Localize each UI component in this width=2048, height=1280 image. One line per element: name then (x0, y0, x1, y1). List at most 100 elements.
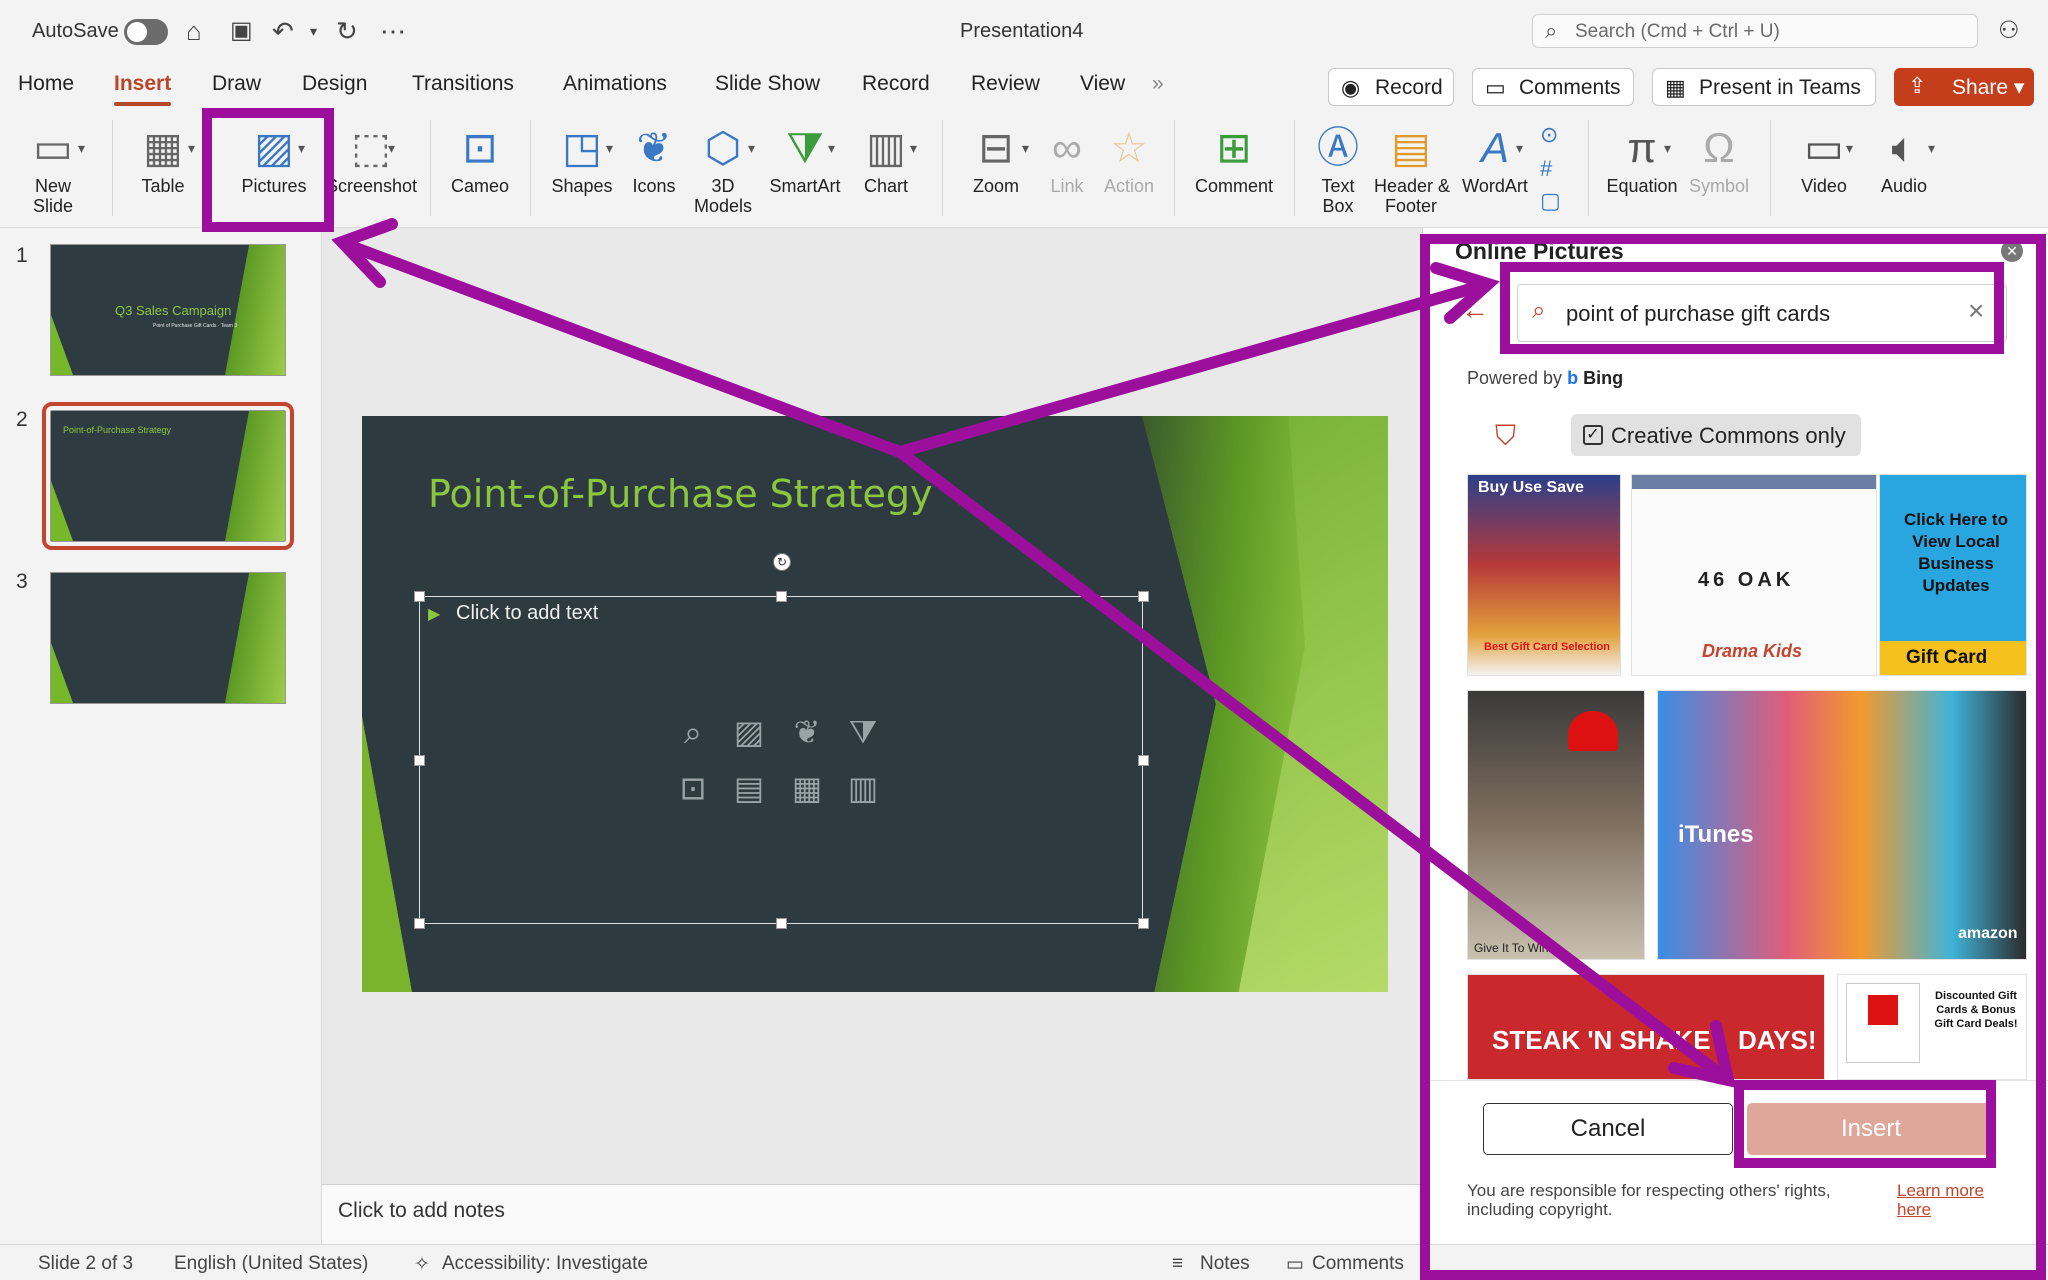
equation-button[interactable]: π Equation (1598, 112, 1686, 196)
link-button[interactable]: ∞ Link (1040, 112, 1094, 196)
tab-view[interactable]: View (1080, 72, 1125, 96)
cameo-placeholder-icon[interactable]: ⊡ (672, 768, 714, 808)
undo-icon[interactable]: ↶ (272, 14, 294, 48)
icons-button[interactable]: ❦ Icons (622, 112, 686, 196)
video-dropdown-icon[interactable]: ▾ (1846, 140, 1853, 157)
cameo-icon: ⊡ (462, 124, 498, 171)
equation-dropdown-icon[interactable]: ▾ (1664, 140, 1671, 157)
resize-handle[interactable] (1138, 918, 1149, 929)
resize-handle[interactable] (414, 755, 425, 766)
audio-dropdown-icon[interactable]: ▾ (1928, 140, 1935, 157)
action-button[interactable]: ☆ Action (1098, 112, 1160, 196)
overflow-chevron-icon[interactable]: » (1152, 72, 1164, 96)
chart-label: Chart (863, 176, 908, 196)
tab-review[interactable]: Review (971, 72, 1040, 96)
slide-number-icon[interactable]: # (1540, 152, 1552, 186)
slide-thumbnail-3[interactable] (50, 572, 286, 704)
resize-handle[interactable] (414, 591, 425, 602)
undo-dropdown-icon[interactable]: ▾ (310, 14, 317, 48)
more-icon[interactable]: ⋯ (380, 14, 406, 48)
cameo-label: Cameo (450, 176, 510, 196)
tab-slide-show[interactable]: Slide Show (715, 72, 820, 96)
comment-bubble-icon: ▭ (1485, 75, 1506, 100)
tab-design[interactable]: Design (302, 72, 367, 96)
record-button[interactable]: ◉ Record (1328, 68, 1454, 106)
tab-transitions[interactable]: Transitions (412, 72, 514, 96)
video-label: Video (1801, 176, 1847, 196)
tab-animations[interactable]: Animations (563, 72, 667, 96)
table-label: Table (141, 176, 185, 196)
slide-thumbnail-1[interactable]: Q3 Sales Campaign Point of Purchase Gift… (50, 244, 286, 376)
online-pictures-icon[interactable]: ▨ (728, 712, 770, 752)
zoom-dropdown-icon[interactable]: ▾ (1022, 140, 1029, 157)
share-icon: ⇪ (1908, 73, 1927, 98)
date-time-icon[interactable]: ⊙ (1540, 118, 1558, 152)
icons-icon[interactable]: ❦ (786, 712, 828, 752)
highlight-pane (1420, 234, 2046, 1280)
smartart-dropdown-icon[interactable]: ▾ (828, 140, 835, 157)
screenshot-button[interactable]: ⬚ Screenshot (326, 112, 417, 196)
notes-icon: ≡ (1172, 1253, 1184, 1274)
equation-label: Equation (1606, 176, 1678, 196)
tab-home[interactable]: Home (18, 72, 74, 96)
video-placeholder-icon[interactable]: ▤ (728, 768, 770, 808)
text-box-button[interactable]: Ⓐ Text Box (1302, 112, 1374, 216)
thumbnail-subtitle: Point of Purchase Gift Cards · Team 3 (153, 323, 238, 329)
search-icon: ⌕ (1545, 18, 1558, 43)
audio-label: Audio (1880, 176, 1928, 196)
3d-models-label: 3D Models (693, 176, 753, 216)
chart-dropdown-icon[interactable]: ▾ (910, 140, 917, 157)
symbol-button[interactable]: Ω Symbol (1682, 112, 1756, 196)
screenshot-dropdown-icon[interactable]: ▾ (388, 140, 395, 157)
object-icon[interactable]: ▢ (1540, 184, 1561, 218)
home-icon[interactable]: ⌂ (186, 14, 202, 48)
comments-toggle[interactable]: Comments (1312, 1253, 1404, 1275)
comments-button[interactable]: ▭ Comments (1472, 68, 1634, 106)
omega-symbol-icon: Ω (1703, 124, 1735, 171)
resize-handle[interactable] (776, 918, 787, 929)
wordart-button[interactable]: A WordArt (1452, 112, 1538, 196)
tab-record[interactable]: Record (862, 72, 930, 96)
redo-icon[interactable]: ↻ (336, 14, 358, 48)
shapes-dropdown-icon[interactable]: ▾ (606, 140, 613, 157)
save-icon[interactable]: ▣ (230, 14, 253, 48)
account-icon[interactable]: ⚇ (1998, 14, 2020, 48)
table-dropdown-icon[interactable]: ▾ (188, 140, 195, 157)
comment-button[interactable]: ⊞ Comment (1186, 112, 1282, 196)
tab-insert[interactable]: Insert (114, 72, 172, 106)
search-placeholder: Search (Cmd + Ctrl + U) (1575, 21, 1780, 42)
link-icon: ∞ (1052, 124, 1082, 171)
notes-placeholder: Click to add notes (338, 1199, 505, 1222)
language-status[interactable]: English (United States) (174, 1253, 368, 1275)
notes-pane[interactable]: Click to add notes (322, 1184, 1422, 1244)
accessibility-status[interactable]: Accessibility: Investigate (442, 1253, 648, 1275)
resize-handle[interactable] (776, 591, 787, 602)
autosave-toggle[interactable] (124, 19, 168, 45)
3d-models-dropdown-icon[interactable]: ▾ (748, 140, 755, 157)
rotate-handle-icon[interactable]: ↻ (773, 553, 791, 571)
present-in-teams-button[interactable]: ▦ Present in Teams (1652, 68, 1876, 106)
new-slide-dropdown-icon[interactable]: ▾ (78, 140, 85, 157)
stock-images-icon[interactable]: ⌕ (672, 712, 714, 752)
resize-handle[interactable] (414, 918, 425, 929)
comment-label: Comment (1194, 176, 1274, 196)
slide-title[interactable]: Point-of-Purchase Strategy (428, 472, 932, 516)
resize-handle[interactable] (1138, 755, 1149, 766)
resize-handle[interactable] (1138, 591, 1149, 602)
3d-models-button[interactable]: ⬡ 3D Models (688, 112, 758, 216)
header-footer-button[interactable]: ▤ Header & Footer (1374, 112, 1450, 216)
slide-thumbnail-2[interactable]: Point-of-Purchase Strategy (42, 402, 294, 550)
comments-button-label: Comments (1519, 76, 1621, 99)
cameo-button[interactable]: ⊡ Cameo (440, 112, 520, 196)
search-input[interactable]: ⌕ Search (Cmd + Ctrl + U) (1532, 14, 1978, 48)
table-placeholder-icon[interactable]: ▦ (786, 768, 828, 808)
share-button[interactable]: ⇪ Share ▾ (1894, 68, 2034, 106)
new-slide-button[interactable]: ▭ New Slide (12, 112, 94, 216)
zoom-label: Zoom (972, 176, 1019, 196)
tab-draw[interactable]: Draw (212, 72, 261, 96)
smartart-graphic-icon[interactable]: ⧩ (842, 712, 884, 752)
wordart-dropdown-icon[interactable]: ▾ (1516, 140, 1523, 157)
body-placeholder-text[interactable]: Click to add text (456, 602, 598, 625)
notes-toggle[interactable]: Notes (1200, 1253, 1250, 1275)
chart-placeholder-icon[interactable]: ▥ (842, 768, 884, 808)
